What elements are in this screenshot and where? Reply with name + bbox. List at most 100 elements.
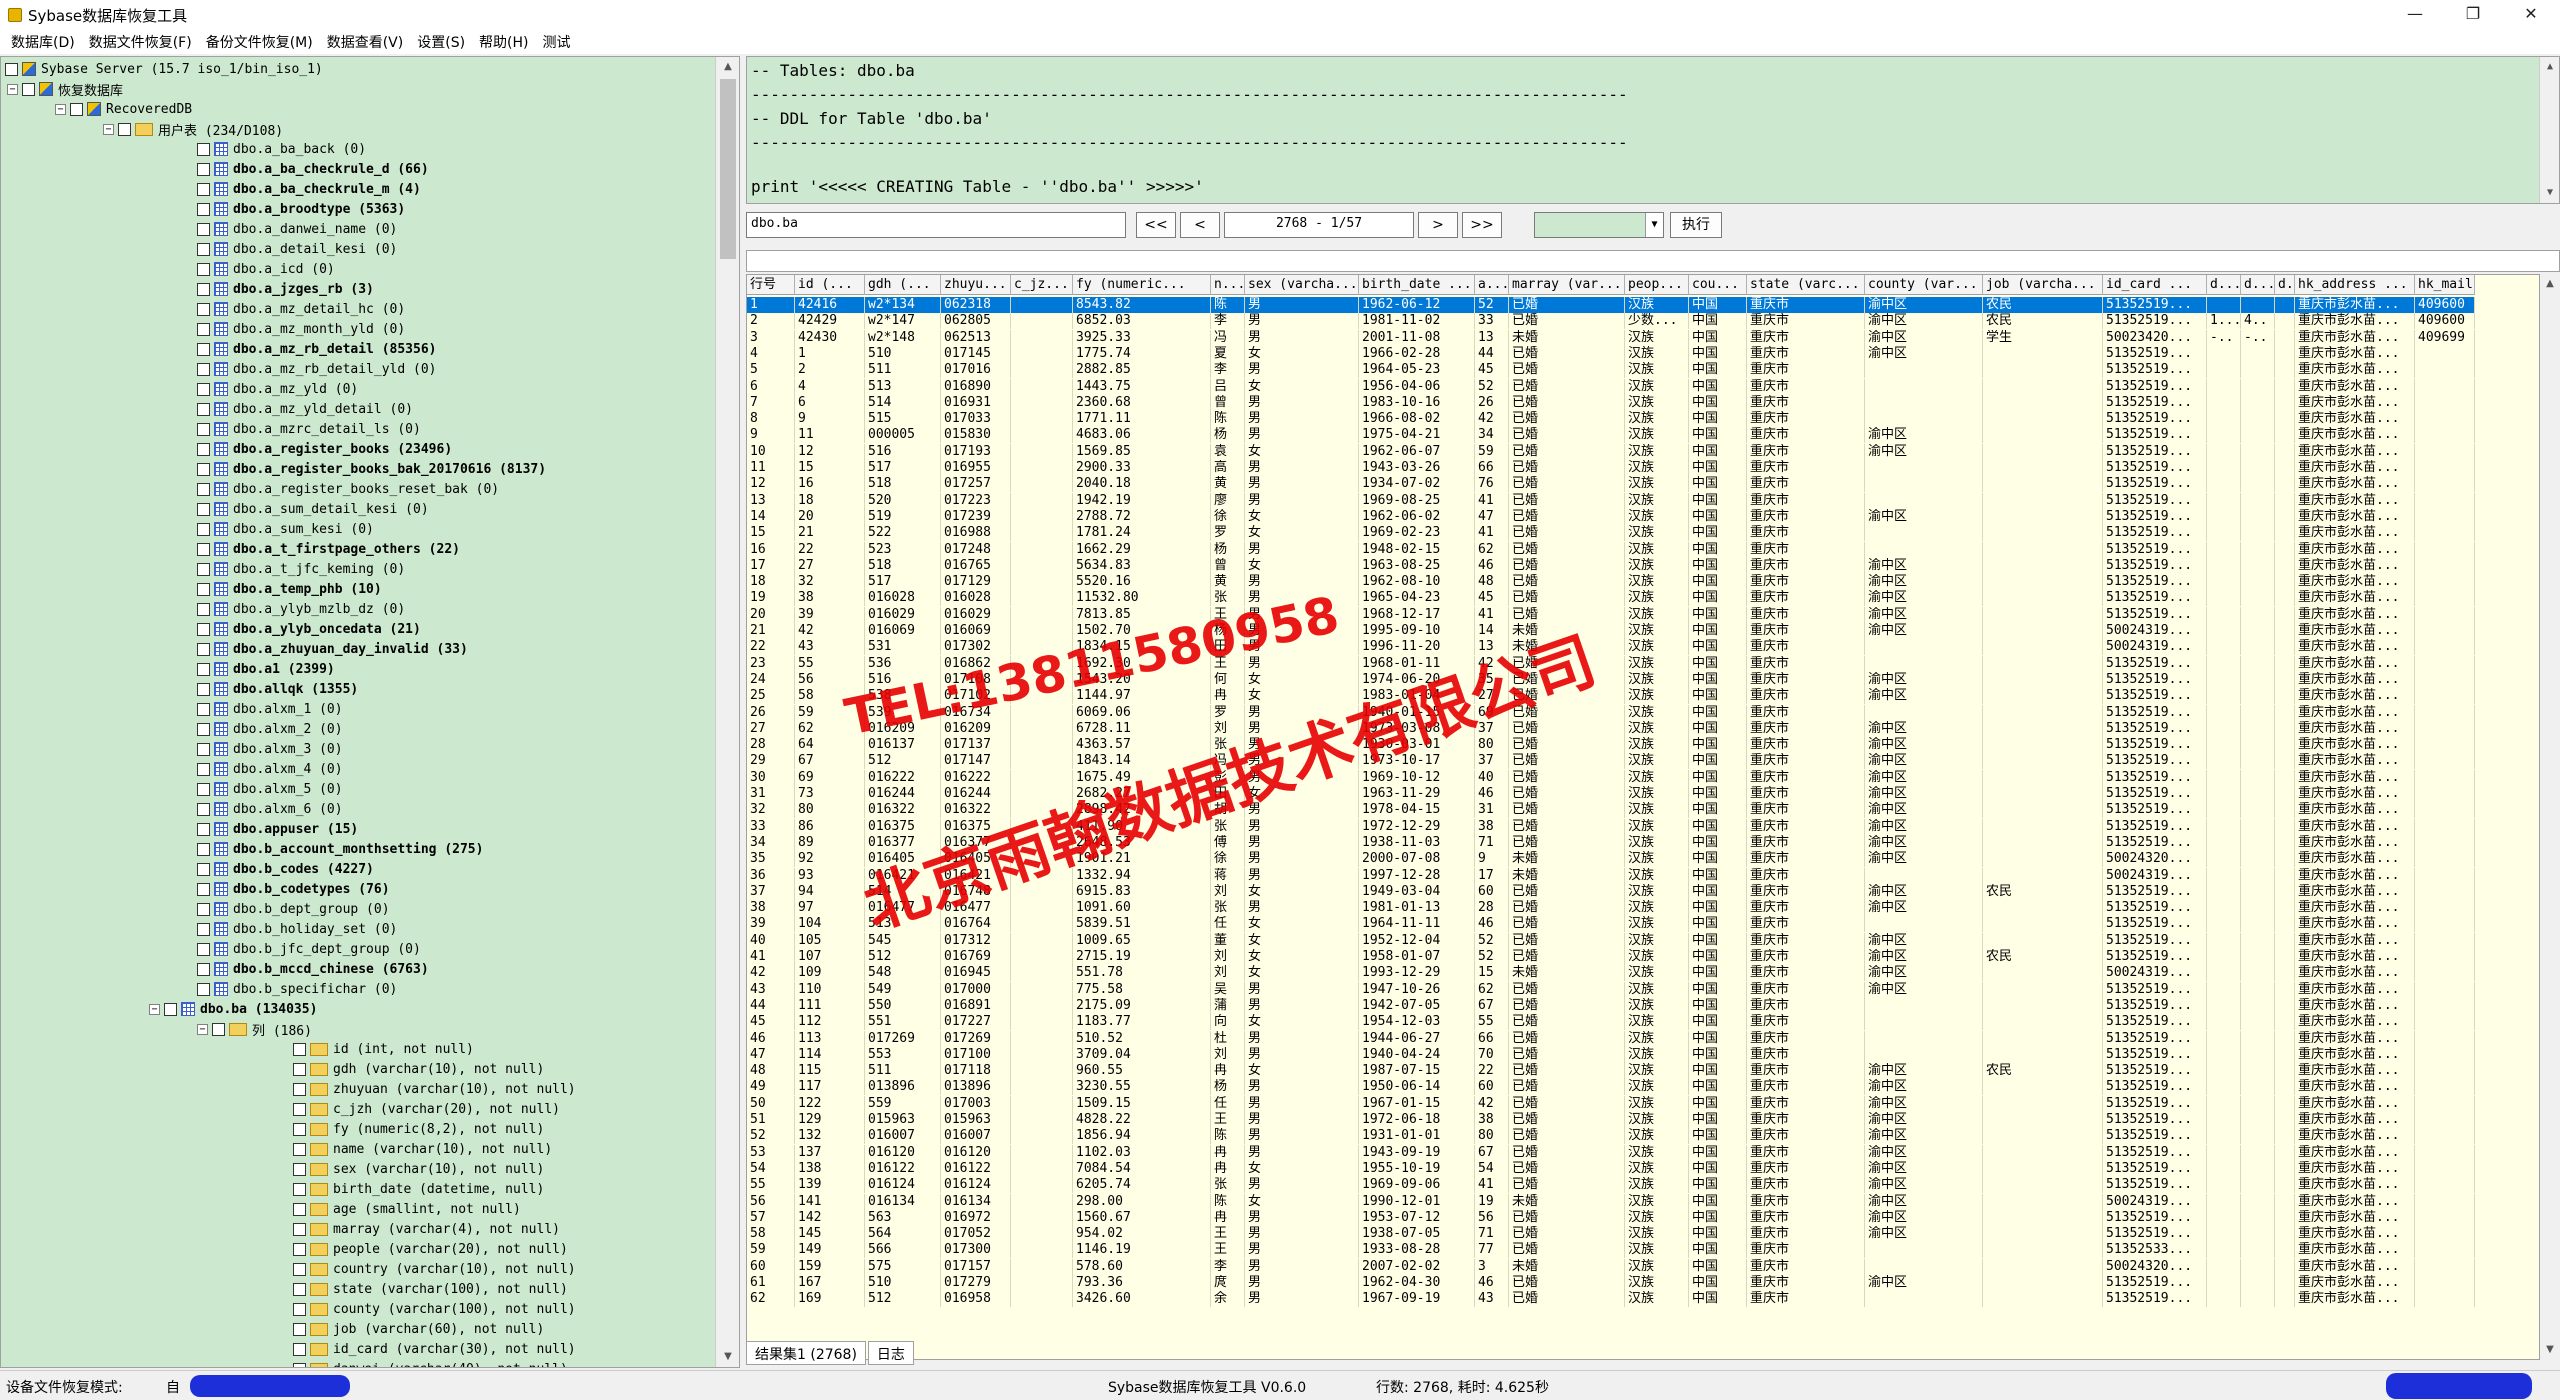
tree-node-table[interactable]: dbo.a_register_books (23496) <box>197 439 452 459</box>
table-row[interactable]: 12 16 518 017257 2040.18 黄男 1934-07-02 76 已婚 汉族 中国… <box>747 476 2475 493</box>
scroll-up-icon[interactable]: ▲ <box>2540 274 2560 294</box>
menu-data-view[interactable]: 数据查看(V) <box>320 32 411 52</box>
checkbox[interactable] <box>197 222 210 236</box>
table-name-field[interactable]: dbo.ba <box>746 212 1126 238</box>
minimize-button[interactable]: — <box>2386 0 2444 30</box>
page-indicator[interactable]: 2768 - 1/57 <box>1224 212 1414 238</box>
tree-node-db[interactable]: − RecoveredDB <box>55 99 192 119</box>
column-header[interactable]: a... <box>1475 275 1509 295</box>
collapse-icon[interactable]: − <box>55 103 66 115</box>
tree-node-user-tables[interactable]: − 用户表 (234/D108) <box>103 119 283 139</box>
column-header[interactable]: c_jz... <box>1011 275 1073 295</box>
menu-datafile-recover[interactable]: 数据文件恢复(F) <box>82 32 199 52</box>
tree-node-column[interactable]: gdh (varchar(10), not null) <box>293 1059 544 1079</box>
table-row[interactable]: 48 115 511 017118 960.55 冉女 1987-07-15 22 已婚 汉族 中国… <box>747 1063 2475 1080</box>
table-row[interactable]: 16 22 523 017248 1662.29 杨男 1948-02-15 62 已婚 汉族 中国… <box>747 541 2475 558</box>
table-row[interactable]: 2 42429 w2*147 062805 6852.03 李男 1981-11-02 33 已… <box>747 313 2475 330</box>
checkbox[interactable] <box>293 1322 306 1336</box>
checkbox[interactable] <box>197 402 210 416</box>
table-row[interactable]: 7 6 514 016931 2360.68 曾男 1983-10-16 26 已婚 汉族 中国 重庆… <box>747 394 2475 411</box>
checkbox[interactable] <box>197 142 210 156</box>
checkbox[interactable] <box>293 1242 306 1256</box>
execute-button[interactable]: 执行 <box>1670 212 1722 238</box>
checkbox[interactable] <box>293 1182 306 1196</box>
table-row[interactable]: 35 92 016405 016405 1901.21 徐男 2000-07-08 9 未婚 汉族… <box>747 851 2475 868</box>
tree-node-table[interactable]: dbo.a_mzrc_detail_ls (0) <box>197 419 421 439</box>
table-row[interactable]: 4 1 510 017145 1775.74 夏女 1966-02-28 44 已婚 汉族 中国 重庆… <box>747 345 2475 362</box>
tree-node-column[interactable]: name (varchar(10), not null) <box>293 1139 552 1159</box>
checkbox[interactable] <box>293 1042 306 1056</box>
tree-node-table[interactable]: dbo.b_dept_group (0) <box>197 899 390 919</box>
checkbox[interactable] <box>197 422 210 436</box>
tree-node-table[interactable]: dbo.b_codetypes (76) <box>197 879 390 899</box>
checkbox[interactable] <box>197 302 210 316</box>
tree-node-column[interactable]: country (varchar(10), not null) <box>293 1259 576 1279</box>
checkbox[interactable] <box>197 462 210 476</box>
checkbox[interactable] <box>293 1342 306 1356</box>
tree-node-table[interactable]: dbo.a_register_books_bak_20170616 (8137) <box>197 459 546 479</box>
tree-node-recover[interactable]: − 恢复数据库 <box>7 79 123 99</box>
tree-node-table[interactable]: dbo.b_mccd_chinese (6763) <box>197 959 429 979</box>
collapse-icon[interactable]: − <box>7 83 18 95</box>
table-row[interactable]: 39 104 513 016764 5839.51 任女 1964-11-11 46 已婚 汉族中… <box>747 916 2475 933</box>
tree-node-table[interactable]: dbo.a_ba_checkrule_d (66) <box>197 159 429 179</box>
table-row[interactable]: 43 110 549 017000 775.58 吴男 1947-10-26 62 已婚 汉族 中国… <box>747 981 2475 998</box>
table-row[interactable]: 18 32 517 017129 5520.16 黄男 1962-08-10 48 已婚 汉族 中国… <box>747 574 2475 591</box>
tree-node-table[interactable]: dbo.a_danwei_name (0) <box>197 219 397 239</box>
checkbox[interactable] <box>197 502 210 516</box>
table-row[interactable]: 60 159 575 017157 578.60 李男 2007-02-02 3 未婚 汉族 中国重… <box>747 1258 2475 1275</box>
checkbox[interactable] <box>197 802 210 816</box>
table-row[interactable]: 58 145 564 017052 954.02 王男 1938-07-05 71 已婚 汉族 中国… <box>747 1226 2475 1243</box>
tree-node-column[interactable]: marray (varchar(4), not null) <box>293 1219 560 1239</box>
column-header[interactable]: id_card ... <box>2103 275 2207 295</box>
column-header[interactable]: marray (var... <box>1509 275 1625 295</box>
table-row[interactable]: 27 62 016209 016209 6728.11 刘男 1973-03-08 37 已婚汉… <box>747 720 2475 737</box>
tree-node-column[interactable]: state (varchar(100), not null) <box>293 1279 568 1299</box>
table-row[interactable]: 11 15 517 016955 2900.33 高男 1943-03-26 66 已婚 汉族 中国… <box>747 460 2475 476</box>
checkbox[interactable] <box>197 482 210 496</box>
checkbox[interactable] <box>197 682 210 696</box>
table-row[interactable]: 20 39 016029 016029 7813.85 王男 1968-12-17 41 已婚汉… <box>747 606 2475 623</box>
checkbox[interactable] <box>197 882 210 896</box>
menu-test[interactable]: 测试 <box>536 32 578 52</box>
checkbox[interactable] <box>197 562 210 576</box>
checkbox[interactable] <box>293 1302 306 1316</box>
tree-node-table[interactable]: dbo.a_temp_phb (10) <box>197 579 382 599</box>
scroll-thumb[interactable] <box>720 79 736 259</box>
checkbox[interactable] <box>197 822 210 836</box>
checkbox[interactable] <box>197 542 210 556</box>
checkbox[interactable] <box>197 922 210 936</box>
tree-scrollbar[interactable]: ▲ ▼ <box>715 57 739 1367</box>
column-header[interactable]: d... <box>2241 275 2275 295</box>
column-header[interactable]: cou... <box>1689 275 1747 295</box>
tree-node-column[interactable]: age (smallint, not null) <box>293 1199 521 1219</box>
collapse-icon[interactable]: − <box>197 1023 208 1035</box>
table-row[interactable]: 44 111 550 016891 2175.09 蒲男 1942-07-05 67 已婚 汉族中… <box>747 997 2475 1014</box>
table-row[interactable]: 34 89 016377 016377 2648.53 傅男 1938-11-03 71 已婚汉… <box>747 834 2475 851</box>
checkbox[interactable] <box>70 102 83 116</box>
checkbox[interactable] <box>197 342 210 356</box>
table-row[interactable]: 53 137 016120 016120 1102.03 冉男 1943-09-19 67 已婚… <box>747 1144 2475 1161</box>
tree-node-table[interactable]: dbo.alxm_3 (0) <box>197 739 343 759</box>
table-row[interactable]: 13 18 520 017223 1942.19 廖男 1969-08-25 41 已婚 汉族 中国… <box>747 492 2475 509</box>
table-row[interactable]: 38 97 016477 016477 1091.60 张男 1981-01-13 28 已婚汉… <box>747 900 2475 917</box>
tree-node-table[interactable]: dbo.a_register_books_reset_bak (0) <box>197 479 499 499</box>
tree-node-column[interactable]: people (varchar(20), not null) <box>293 1239 568 1259</box>
result-grid[interactable]: 行号 id (... gdh (... zhuyu... c_jz... fy (nume… <box>746 274 2540 1360</box>
checkbox[interactable] <box>293 1262 306 1276</box>
collapse-icon[interactable]: − <box>103 123 114 135</box>
table-row[interactable]: 56 141 016134 016134 298.00 陈女 1990-12-01 19 未婚汉… <box>747 1193 2475 1210</box>
table-row[interactable]: 49 117 013896 013896 3230.55 杨男 1950-06-14 60 已婚… <box>747 1079 2475 1096</box>
tree-node-table[interactable]: dbo.a_ylyb_mzlb_dz (0) <box>197 599 405 619</box>
table-row[interactable]: 25 58 538 017102 1144.97 冉女 1983-01-04 27 已婚 汉族 中国… <box>747 688 2475 705</box>
column-header[interactable]: d. <box>2275 275 2295 295</box>
checkbox[interactable] <box>197 162 210 176</box>
table-row[interactable]: 19 38 016028 016028 11532.80 张男 1965-04-23 45 已婚… <box>747 590 2475 607</box>
column-header[interactable]: birth_date ... <box>1359 275 1475 295</box>
tree-node-table[interactable]: dbo.a_t_firstpage_others (22) <box>197 539 460 559</box>
tab-log[interactable]: 日志 <box>867 1341 914 1365</box>
column-header[interactable]: sex (varcha... <box>1245 275 1359 295</box>
tree-node-table[interactable]: dbo.a_mz_yld (0) <box>197 379 358 399</box>
checkbox[interactable] <box>197 782 210 796</box>
table-row[interactable]: 41 107 512 016769 2715.19 刘女 1958-01-07 52 已婚 汉族中… <box>747 949 2475 965</box>
